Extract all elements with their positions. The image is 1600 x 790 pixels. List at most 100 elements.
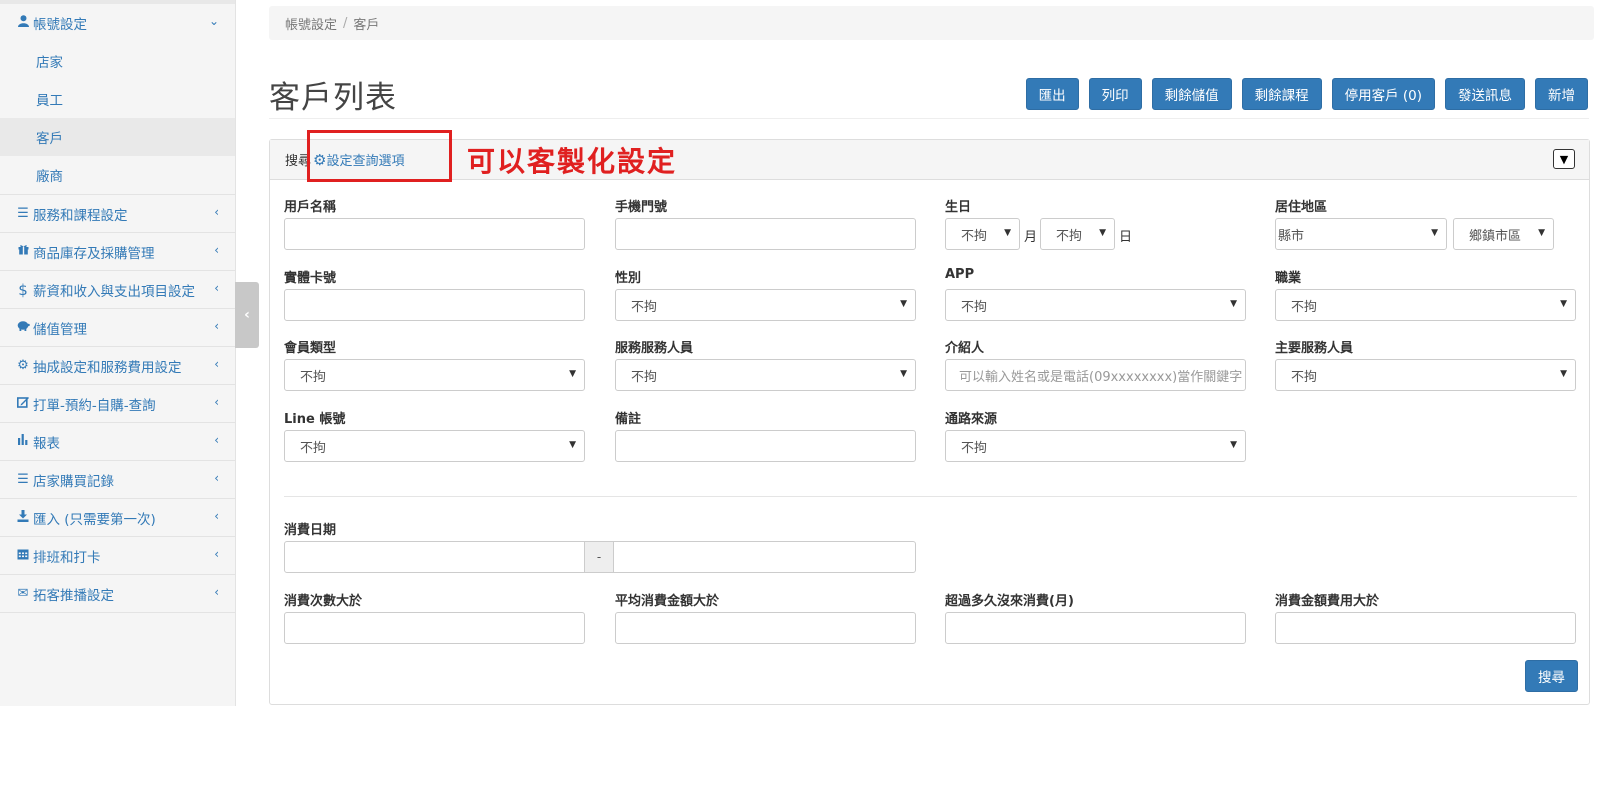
sidebar-item-services[interactable]: ☰ 服務和課程設定 ‹ xyxy=(0,195,235,233)
caret-down-icon: ▼ xyxy=(1230,299,1237,309)
county-value: 縣市 xyxy=(1278,228,1305,244)
sidebar-subitem-label: 員工 xyxy=(36,93,63,109)
caret-down-icon: ▼ xyxy=(1560,369,1567,379)
gender-value: 不拘 xyxy=(631,299,658,315)
sidebar-item-inventory[interactable]: 商品庫存及採購管理 ‹ xyxy=(0,233,235,271)
user-icon xyxy=(15,15,31,31)
member-type-select[interactable]: 不拘 ▼ xyxy=(284,359,585,391)
sidebar-item-label: 排班和打卡 xyxy=(33,549,101,566)
export-button[interactable]: 匯出 xyxy=(1025,78,1079,110)
sidebar-subitem-label: 店家 xyxy=(36,55,63,71)
gender-select[interactable]: 不拘 ▼ xyxy=(615,289,916,321)
edit-icon xyxy=(15,396,31,412)
occupation-value: 不拘 xyxy=(1291,299,1318,315)
sidebar-collapse-button[interactable]: ‹ xyxy=(235,282,259,348)
note-input[interactable] xyxy=(615,430,916,462)
disabled-customers-button[interactable]: 停用客戶 (0) xyxy=(1331,78,1435,110)
sidebar-subitem-label: 客戶 xyxy=(36,131,63,147)
chevron-left-icon: ‹ xyxy=(214,547,219,561)
sidebar-item-push[interactable]: ✉ 拓客推播設定 ‹ xyxy=(0,575,235,613)
district-select[interactable]: 鄉鎮市區 ▼ xyxy=(1453,218,1554,250)
service-staff-value: 不拘 xyxy=(631,369,658,385)
line-account-select[interactable]: 不拘 ▼ xyxy=(284,430,585,462)
print-button[interactable]: 列印 xyxy=(1088,78,1142,110)
sidebar-subitem-label: 廠商 xyxy=(36,169,63,185)
calendar-icon xyxy=(15,548,31,564)
sidebar-subitem-staff[interactable]: 員工 xyxy=(0,80,235,118)
sidebar-item-purchase-records[interactable]: ☰ 店家購買記錄 ‹ xyxy=(0,461,235,499)
sidebar-subitem-vendors[interactable]: 廠商 xyxy=(0,156,235,194)
consume-date-start-input[interactable] xyxy=(284,541,585,573)
consume-date-label: 消費日期 xyxy=(284,523,337,538)
sidebar-item-import[interactable]: 匯入 (只需要第一次) ‹ xyxy=(0,499,235,537)
sidebar-item-label: 服務和課程設定 xyxy=(33,207,128,224)
caret-down-icon: ▼ xyxy=(1560,299,1567,309)
app-select[interactable]: 不拘 ▼ xyxy=(945,289,1246,321)
main-staff-select[interactable]: 不拘 ▼ xyxy=(1275,359,1576,391)
caret-down-icon: ▼ xyxy=(900,369,907,379)
months-absent-input[interactable] xyxy=(945,612,1246,644)
channel-select[interactable]: 不拘 ▼ xyxy=(945,430,1246,462)
sidebar-item-commission[interactable]: ⚙ 抽成設定和服務費用設定 ‹ xyxy=(0,347,235,385)
app-label: APP xyxy=(945,267,975,282)
sidebar-item-label: 匯入 (只需要第一次) xyxy=(33,511,156,528)
sidebar-item-schedule[interactable]: 排班和打卡 ‹ xyxy=(0,537,235,575)
consume-count-input[interactable] xyxy=(284,612,585,644)
month-unit: 月 xyxy=(1024,230,1038,245)
birth-month-select[interactable]: 不拘 ▼ xyxy=(945,218,1020,250)
member-type-value: 不拘 xyxy=(300,369,327,385)
total-amount-label: 消費金額費用大於 xyxy=(1275,594,1380,609)
remaining-value-button[interactable]: 剩餘儲值 xyxy=(1151,78,1232,110)
dollar-icon: $ xyxy=(18,280,28,299)
list-icon: ☰ xyxy=(17,472,29,487)
send-message-button[interactable]: 發送訊息 xyxy=(1445,78,1525,110)
consume-date-end-input[interactable] xyxy=(613,541,916,573)
add-button[interactable]: 新增 xyxy=(1535,78,1588,110)
line-value: 不拘 xyxy=(300,440,327,456)
months-absent-label: 超過多久沒來消費(月) xyxy=(945,594,1074,609)
sidebar-item-reports[interactable]: 報表 ‹ xyxy=(0,423,235,461)
birth-day-select[interactable]: 不拘 ▼ xyxy=(1040,218,1115,250)
sidebar: 帳號設定 ⌄ 店家 員工 客戶 廠商 ☰ 服務和課程設定 ‹ 商品庫存及採購管理… xyxy=(0,0,236,706)
consume-count-label: 消費次數大於 xyxy=(284,594,363,609)
remaining-course-button[interactable]: 剩餘課程 xyxy=(1241,78,1322,110)
search-button[interactable]: 搜尋 xyxy=(1525,660,1578,692)
caret-down-icon: ▼ xyxy=(569,369,576,379)
chevron-left-icon: ‹ xyxy=(214,281,219,295)
total-amount-input[interactable] xyxy=(1275,612,1576,644)
sidebar-item-label: 報表 xyxy=(33,435,60,452)
sidebar-subitem-customers[interactable]: 客戶 xyxy=(0,118,235,156)
annotation-text: 可以客製化設定 xyxy=(467,145,678,178)
toolbar: 匯出 列印 剩餘儲值 剩餘課程 停用客戶 (0) 發送訊息 新增 xyxy=(1025,78,1588,110)
sidebar-item-booking[interactable]: 打單-預約-自購-查詢 ‹ xyxy=(0,385,235,423)
caret-down-icon: ▼ xyxy=(1099,228,1106,238)
note-label: 備註 xyxy=(615,412,642,427)
county-select[interactable]: 縣市 ▼ xyxy=(1275,218,1447,250)
sidebar-item-salary[interactable]: $ 薪資和收入與支出項目設定 ‹ xyxy=(0,271,235,309)
panel-collapse-button[interactable]: ▼ xyxy=(1553,149,1575,169)
chevron-left-icon: ‹ xyxy=(214,509,219,523)
sidebar-item-account-settings[interactable]: 帳號設定 ⌄ xyxy=(0,4,235,42)
region-label: 居住地區 xyxy=(1275,200,1328,215)
chevron-left-icon: ‹ xyxy=(214,357,219,371)
day-unit: 日 xyxy=(1119,230,1133,245)
sidebar-item-label: 抽成設定和服務費用設定 xyxy=(33,359,182,376)
username-input[interactable] xyxy=(284,218,585,250)
breadcrumb-separator: / xyxy=(343,15,348,31)
chevron-left-icon: ‹ xyxy=(244,307,250,323)
caret-down-icon: ▼ xyxy=(1004,228,1011,238)
avg-amount-input[interactable] xyxy=(615,612,916,644)
service-staff-select[interactable]: 不拘 ▼ xyxy=(615,359,916,391)
breadcrumb-parent[interactable]: 帳號設定 xyxy=(285,14,337,33)
occupation-select[interactable]: 不拘 ▼ xyxy=(1275,289,1576,321)
sidebar-item-stored-value[interactable]: 儲值管理 ‹ xyxy=(0,309,235,347)
referrer-input[interactable]: 可以輸入姓名或是電話(09xxxxxxxx)當作關鍵字 xyxy=(945,359,1246,391)
channel-value: 不拘 xyxy=(961,440,988,456)
sidebar-subitem-store[interactable]: 店家 xyxy=(0,42,235,80)
phone-label: 手機門號 xyxy=(615,200,668,215)
phone-input[interactable] xyxy=(615,218,916,250)
chevron-left-icon: ‹ xyxy=(214,395,219,409)
card-no-input[interactable] xyxy=(284,289,585,321)
caret-down-icon: ▼ xyxy=(1431,228,1438,238)
birth-day-value: 不拘 xyxy=(1056,228,1083,244)
